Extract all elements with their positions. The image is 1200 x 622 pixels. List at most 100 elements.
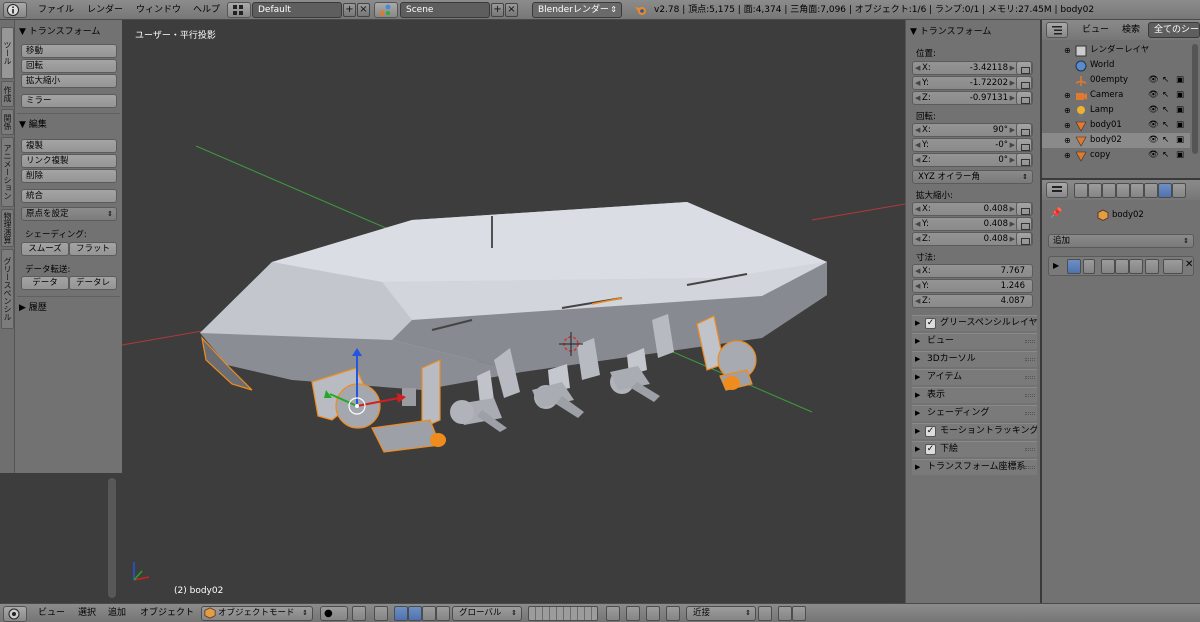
pin-icon[interactable]: 📌 xyxy=(1050,208,1062,219)
tab-grease-pencil[interactable]: グリースペンシル xyxy=(1,249,14,329)
scene-context-icon[interactable] xyxy=(1102,183,1116,198)
menu-select[interactable]: 選択 xyxy=(78,604,96,622)
modifiers-context-icon[interactable] xyxy=(1158,183,1172,198)
constraints-context-icon[interactable] xyxy=(1144,183,1158,198)
remove-scene-button[interactable]: × xyxy=(505,3,518,17)
info-editor-type-button[interactable] xyxy=(3,2,27,18)
visibility-eye-icon[interactable]: 👁 xyxy=(1148,88,1159,103)
pivot-point-icon[interactable] xyxy=(352,606,366,621)
translate-manipulator-icon[interactable] xyxy=(394,606,408,621)
set-origin-dropdown[interactable]: 原点を設定 ⇕ xyxy=(21,207,117,221)
menu-render[interactable]: レンダー xyxy=(87,0,123,20)
screen-layout-button[interactable] xyxy=(227,2,251,18)
expand-plus-icon[interactable]: ⊕ xyxy=(1064,88,1071,103)
checkbox-icon[interactable]: ✓ xyxy=(925,318,936,329)
duplicate-button[interactable]: 複製 xyxy=(21,139,117,153)
3d-viewport[interactable]: ユーザー・平行投影 (2) body02 xyxy=(122,20,905,603)
outliner-item-render-layers[interactable]: ⊕ レンダーレイヤ xyxy=(1042,43,1190,58)
modifier-render-toggle-icon[interactable] xyxy=(1101,259,1115,274)
join-button[interactable]: 統合 xyxy=(21,189,117,203)
outliner-filter-dropdown[interactable]: 全てのシーン xyxy=(1148,22,1200,38)
edit-panel-header[interactable]: ▼ 編集 xyxy=(19,117,47,130)
expand-plus-icon[interactable]: ⊕ xyxy=(1064,103,1071,118)
remove-layout-button[interactable]: × xyxy=(357,3,370,17)
duplicate-linked-button[interactable]: リンク複製 xyxy=(21,154,117,168)
close-icon[interactable]: ✕ xyxy=(1185,259,1193,270)
lock-rotation-y-icon[interactable] xyxy=(1016,138,1032,152)
add-layout-button[interactable]: + xyxy=(343,3,356,17)
transform-panel-header[interactable]: ▼ トランスフォーム xyxy=(19,24,100,37)
subpanel-3d-cursor[interactable]: ▶ 3Dカーソル xyxy=(912,351,1037,367)
subpanel-view[interactable]: ▶ ビュー xyxy=(912,333,1037,349)
rotation-mode-dropdown[interactable]: XYZ オイラー角 ⇕ xyxy=(912,170,1033,184)
drag-handle-icon[interactable] xyxy=(1025,412,1035,415)
dimensions-y-field[interactable]: ◀ Y: 1.246 xyxy=(912,279,1033,293)
rotation-y-field[interactable]: ◀ Y: -0° ▶ xyxy=(912,138,1033,152)
selectable-arrow-icon[interactable]: ↖ xyxy=(1162,103,1169,118)
outliner-scrollbar[interactable] xyxy=(1192,44,1198,154)
menu-window[interactable]: ウィンドウ xyxy=(136,0,181,20)
drag-handle-icon[interactable] xyxy=(1025,340,1035,343)
data-layout-button[interactable]: データレ xyxy=(69,276,117,290)
screen-layout-field[interactable]: Default xyxy=(252,2,342,18)
selectable-arrow-icon[interactable]: ↖ xyxy=(1162,73,1169,88)
scale-manipulator-icon[interactable] xyxy=(422,606,436,621)
lock-scale-y-icon[interactable] xyxy=(1016,217,1032,231)
visibility-eye-icon[interactable]: 👁 xyxy=(1148,73,1159,88)
snap-element-icon[interactable] xyxy=(666,606,680,621)
outliner-item-body01[interactable]: ⊕ body01 👁 ↖ ▣ xyxy=(1042,118,1190,133)
outliner-view-menu[interactable]: ビュー xyxy=(1082,20,1109,40)
add-scene-button[interactable]: + xyxy=(491,3,504,17)
location-x-field[interactable]: ◀ X: -3.42118 ▶ xyxy=(912,61,1033,75)
outliner-item-00empty[interactable]: 00empty 👁 ↖ ▣ xyxy=(1042,73,1190,88)
lock-location-x-icon[interactable] xyxy=(1016,61,1032,75)
layer-buttons[interactable] xyxy=(528,606,598,621)
render-context-icon[interactable] xyxy=(1074,183,1088,198)
renderable-camera-icon[interactable]: ▣ xyxy=(1176,133,1184,148)
drag-handle-icon[interactable] xyxy=(1025,466,1035,469)
lock-scale-z-icon[interactable] xyxy=(1016,232,1032,246)
modifier-viewport-toggle-icon[interactable] xyxy=(1115,259,1129,274)
render-engine-dropdown[interactable]: Blenderレンダー ⇕ xyxy=(532,2,622,18)
rotate-button[interactable]: 回転 xyxy=(21,59,117,73)
tab-create[interactable]: 作成 xyxy=(1,81,14,107)
translate-button[interactable]: 移動 xyxy=(21,44,117,58)
selectable-arrow-icon[interactable]: ↖ xyxy=(1162,148,1169,163)
outliner-item-copy[interactable]: ⊕ copy 👁 ↖ ▣ xyxy=(1042,148,1190,163)
data-context-icon[interactable] xyxy=(1172,183,1186,198)
delete-button[interactable]: 削除 xyxy=(21,169,117,183)
renderable-camera-icon[interactable]: ▣ xyxy=(1176,73,1184,88)
scale-x-field[interactable]: ◀ X: 0.408 ▶ xyxy=(912,202,1033,216)
location-y-field[interactable]: ◀ Y: -1.72202 ▶ xyxy=(912,76,1033,90)
modifier-editmode-toggle-icon[interactable] xyxy=(1129,259,1143,274)
expand-plus-icon[interactable]: ⊕ xyxy=(1064,118,1071,133)
snap-align-icon[interactable] xyxy=(758,606,772,621)
proportional-editing-icon[interactable] xyxy=(626,606,640,621)
selectable-arrow-icon[interactable]: ↖ xyxy=(1162,88,1169,103)
location-z-field[interactable]: ◀ Z: -0.97131 ▶ xyxy=(912,91,1033,105)
manipulator-toggle-icon[interactable] xyxy=(374,606,388,621)
renderable-camera-icon[interactable]: ▣ xyxy=(1176,88,1184,103)
snap-target-dropdown[interactable]: 近接 ⇕ xyxy=(686,606,756,621)
subpanel-item[interactable]: ▶ アイテム xyxy=(912,369,1037,385)
lock-location-z-icon[interactable] xyxy=(1016,91,1032,105)
properties-editor-type-button[interactable] xyxy=(1046,182,1068,198)
subpanel-transform-orientations[interactable]: ▶ トランスフォーム座標系 xyxy=(912,459,1037,475)
modifier-move-updown-icon[interactable] xyxy=(1163,259,1183,274)
lock-rotation-x-icon[interactable] xyxy=(1016,123,1032,137)
drag-handle-icon[interactable] xyxy=(1025,376,1035,379)
scale-z-field[interactable]: ◀ Z: 0.408 ▶ xyxy=(912,232,1033,246)
renderable-camera-icon[interactable]: ▣ xyxy=(1176,103,1184,118)
expand-arrow-icon[interactable]: ▶ xyxy=(1053,261,1059,270)
rotation-z-field[interactable]: ◀ Z: 0° ▶ xyxy=(912,153,1033,167)
drag-handle-icon[interactable] xyxy=(1025,358,1035,361)
world-context-icon[interactable] xyxy=(1116,183,1130,198)
rotation-x-field[interactable]: ◀ X: 90° ▶ xyxy=(912,123,1033,137)
subpanel-background-images[interactable]: ▶ ✓ 下絵 xyxy=(912,441,1037,457)
visibility-eye-icon[interactable]: 👁 xyxy=(1148,118,1159,133)
drag-handle-icon[interactable] xyxy=(1025,448,1035,451)
tab-tools[interactable]: ツール xyxy=(1,27,14,79)
selectable-arrow-icon[interactable]: ↖ xyxy=(1162,118,1169,133)
scale-button[interactable]: 拡大縮小 xyxy=(21,74,117,88)
selectable-arrow-icon[interactable]: ↖ xyxy=(1162,133,1169,148)
